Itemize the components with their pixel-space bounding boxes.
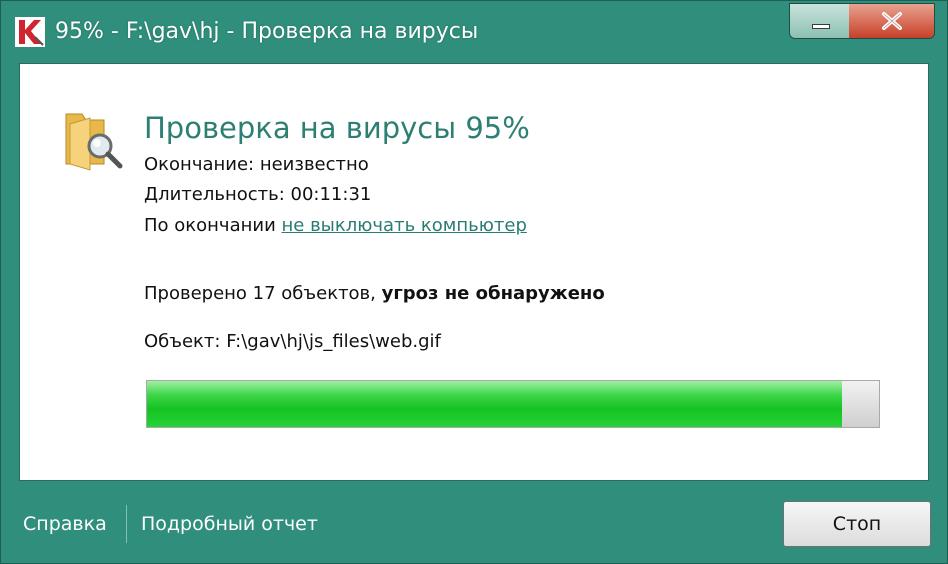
duration-row: Длительность: 00:11:31 — [144, 182, 371, 208]
on-finish-row: По окончании не выключать компьютер — [144, 213, 527, 239]
current-object-row: Объект: F:\gav\hj\js_files\web.gif — [144, 329, 441, 355]
caption-buttons — [789, 3, 935, 39]
end-time-value: неизвестно — [259, 154, 369, 175]
minimize-button[interactable] — [790, 4, 850, 38]
scan-panel: Проверка на вирусы 95% Окончание: неизве… — [19, 63, 929, 481]
detailed-report-link[interactable]: Подробный отчет — [141, 510, 318, 538]
progress-fill — [147, 381, 844, 427]
object-path: F:\gav\hj\js_files\web.gif — [226, 331, 441, 352]
kaspersky-logo-icon — [15, 17, 45, 47]
on-finish-label: По окончании — [144, 215, 276, 236]
on-finish-action-link[interactable]: не выключать компьютер — [282, 215, 527, 236]
window-title: 95% - F:\gav\hj - Проверка на вирусы — [55, 19, 479, 44]
object-label: Объект: — [144, 331, 221, 352]
close-icon — [882, 12, 902, 30]
help-link[interactable]: Справка — [23, 510, 107, 538]
threats-status-text: угроз не обнаружено — [381, 283, 605, 304]
footer-divider — [126, 505, 127, 543]
duration-label: Длительность: — [144, 184, 285, 205]
scan-window: 95% - F:\gav\hj - Проверка на вирусы Про… — [0, 0, 948, 564]
folder-search-icon — [65, 113, 123, 171]
scan-heading: Проверка на вирусы 95% — [144, 111, 530, 145]
stop-button[interactable]: Стоп — [783, 501, 931, 547]
minimize-icon — [812, 24, 830, 29]
end-time-label: Окончание: — [144, 154, 255, 175]
close-button[interactable] — [849, 4, 934, 38]
progress-remaining — [842, 381, 879, 427]
scan-result-row: Проверено 17 объектов, угроз не обнаруже… — [144, 281, 605, 307]
checked-objects-text: Проверено 17 объектов, — [144, 283, 376, 304]
scan-progress-bar — [146, 380, 880, 428]
end-time-row: Окончание: неизвестно — [144, 152, 369, 178]
duration-value: 00:11:31 — [290, 184, 372, 205]
title-bar[interactable]: 95% - F:\gav\hj - Проверка на вирусы — [1, 1, 947, 63]
